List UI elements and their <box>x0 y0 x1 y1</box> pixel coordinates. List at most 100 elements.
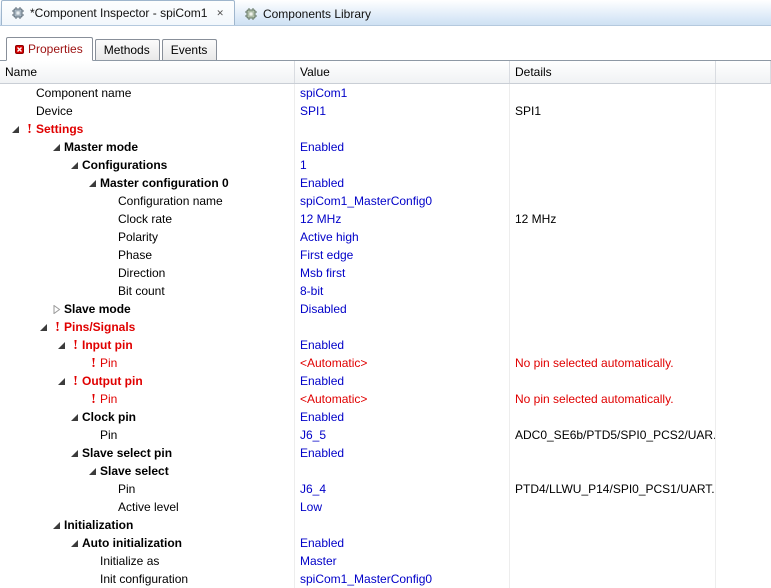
row-value[interactable]: spiCom1_MasterConfig0 <box>295 570 510 588</box>
expander-open-icon[interactable] <box>35 323 51 332</box>
tab-components-library[interactable]: Components Library <box>235 3 380 25</box>
row-value[interactable] <box>295 120 510 138</box>
error-overlay-icon <box>15 44 24 54</box>
row-label: Configuration name <box>118 194 223 208</box>
row-value[interactable]: First edge <box>295 246 510 264</box>
expander-open-icon[interactable] <box>7 125 23 134</box>
row-value[interactable]: Enabled <box>295 534 510 552</box>
row-label: Clock pin <box>82 410 137 424</box>
expander-open-icon[interactable] <box>66 413 82 422</box>
column-header-details[interactable]: Details <box>510 61 716 83</box>
table-row[interactable]: Clock rate 12 MHz 12 MHz <box>0 210 771 228</box>
table-row[interactable]: Clock pin Enabled <box>0 408 771 426</box>
table-row[interactable]: Initialization <box>0 516 771 534</box>
row-label: Clock rate <box>118 212 173 226</box>
row-value[interactable]: Low <box>295 498 510 516</box>
expander-open-icon[interactable] <box>48 521 64 530</box>
table-row[interactable]: Polarity Active high <box>0 228 771 246</box>
table-row[interactable]: ! Output pin Enabled <box>0 372 771 390</box>
table-row[interactable]: ! Pin <Automatic> No pin selected automatic… <box>0 390 771 408</box>
row-value[interactable]: Enabled <box>295 174 510 192</box>
row-details <box>510 282 716 300</box>
row-value[interactable]: Active high <box>295 228 510 246</box>
expander-open-icon[interactable] <box>66 161 82 170</box>
table-row[interactable]: Direction Msb first <box>0 264 771 282</box>
row-value[interactable]: Disabled <box>295 300 510 318</box>
component-chip-icon <box>244 7 258 21</box>
table-row[interactable]: ! Pins/Signals <box>0 318 771 336</box>
row-value[interactable]: <Automatic> <box>295 390 510 408</box>
table-row[interactable]: Init configuration spiCom1_MasterConfig0 <box>0 570 771 588</box>
expander-closed-icon[interactable] <box>48 304 64 314</box>
expander-open-icon[interactable] <box>66 539 82 548</box>
row-label: Slave select pin <box>82 446 173 460</box>
row-value[interactable]: Enabled <box>295 336 510 354</box>
table-row[interactable]: Configurations 1 <box>0 156 771 174</box>
column-header-name[interactable]: Name <box>0 61 295 83</box>
table-row[interactable]: Pin J6_4 PTD4/LLWU_P14/SPI0_PCS1/UART... <box>0 480 771 498</box>
row-label: Settings <box>36 122 84 136</box>
component-chip-icon <box>11 6 25 20</box>
table-row[interactable]: Master mode Enabled <box>0 138 771 156</box>
row-value[interactable]: Enabled <box>295 444 510 462</box>
row-value[interactable]: 1 <box>295 156 510 174</box>
row-label: Master mode <box>64 140 139 154</box>
expander-open-icon[interactable] <box>53 377 69 386</box>
table-row[interactable]: Configuration name spiCom1_MasterConfig0 <box>0 192 771 210</box>
table-row[interactable]: Auto initialization Enabled <box>0 534 771 552</box>
row-value[interactable]: <Automatic> <box>295 354 510 372</box>
row-details <box>510 570 716 588</box>
expander-open-icon[interactable] <box>84 179 100 188</box>
table-row[interactable]: Bit count 8-bit <box>0 282 771 300</box>
row-value[interactable]: 8-bit <box>295 282 510 300</box>
row-details <box>510 498 716 516</box>
expander-open-icon[interactable] <box>53 341 69 350</box>
row-extra <box>716 570 771 588</box>
row-value[interactable]: J6_5 <box>295 426 510 444</box>
row-value[interactable]: SPI1 <box>295 102 510 120</box>
expander-open-icon[interactable] <box>84 467 100 476</box>
table-row[interactable]: Active level Low <box>0 498 771 516</box>
row-label: Active level <box>118 500 179 514</box>
table-row[interactable]: Slave mode Disabled <box>0 300 771 318</box>
tab-methods[interactable]: Methods <box>94 39 160 60</box>
row-label: Configurations <box>82 158 168 172</box>
row-value[interactable]: Master <box>295 552 510 570</box>
tab-properties[interactable]: Properties <box>6 37 93 61</box>
table-row[interactable]: Pin J6_5 ADC0_SE6b/PTD5/SPI0_PCS2/UAR... <box>0 426 771 444</box>
expander-open-icon[interactable] <box>66 449 82 458</box>
row-value[interactable]: spiCom1_MasterConfig0 <box>295 192 510 210</box>
table-row[interactable]: Device SPI1 SPI1 <box>0 102 771 120</box>
table-row[interactable]: Slave select <box>0 462 771 480</box>
row-extra <box>716 282 771 300</box>
close-icon[interactable]: ✕ <box>215 8 225 18</box>
table-row[interactable]: ! Input pin Enabled <box>0 336 771 354</box>
row-details <box>510 444 716 462</box>
column-header-value[interactable]: Value <box>295 61 510 83</box>
table-row[interactable]: Component name spiCom1 <box>0 84 771 102</box>
table-row[interactable]: ! Settings <box>0 120 771 138</box>
table-row[interactable]: Master configuration 0 Enabled <box>0 174 771 192</box>
row-value[interactable]: 12 MHz <box>295 210 510 228</box>
tab-events[interactable]: Events <box>161 39 218 60</box>
row-value[interactable]: Msb first <box>295 264 510 282</box>
row-label: Device <box>36 104 73 118</box>
row-value[interactable] <box>295 516 510 534</box>
row-details: No pin selected automatically. <box>510 354 716 372</box>
row-details <box>510 246 716 264</box>
row-value[interactable]: J6_4 <box>295 480 510 498</box>
row-value[interactable] <box>295 318 510 336</box>
tab-component-inspector[interactable]: *Component Inspector - spiCom1 ✕ <box>1 0 235 25</box>
row-value[interactable] <box>295 462 510 480</box>
table-row[interactable]: Phase First edge <box>0 246 771 264</box>
row-label: Direction <box>118 266 166 280</box>
row-value[interactable]: Enabled <box>295 372 510 390</box>
table-row[interactable]: Slave select pin Enabled <box>0 444 771 462</box>
row-value[interactable]: Enabled <box>295 138 510 156</box>
row-value[interactable]: Enabled <box>295 408 510 426</box>
row-value[interactable]: spiCom1 <box>295 84 510 102</box>
expander-open-icon[interactable] <box>48 143 64 152</box>
table-row[interactable]: ! Pin <Automatic> No pin selected automatic… <box>0 354 771 372</box>
table-row[interactable]: Initialize as Master <box>0 552 771 570</box>
row-details <box>510 408 716 426</box>
